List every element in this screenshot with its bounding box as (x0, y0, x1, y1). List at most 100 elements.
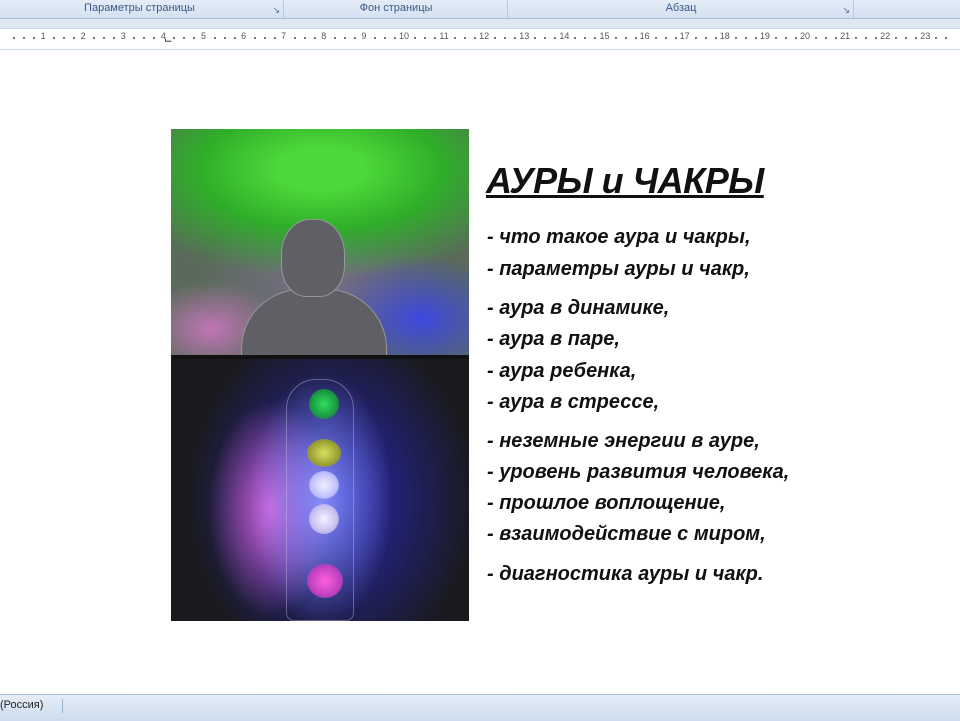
ruler-tick-dot (714, 37, 717, 39)
ruler-tick-label: 9 (361, 31, 367, 41)
aura-portrait-image (171, 129, 469, 355)
ruler-tick-dot (504, 37, 507, 39)
ruler-tick-dot (233, 37, 236, 39)
ruler-tick-dot (23, 37, 26, 39)
ruler-tick-label: 8 (321, 31, 327, 41)
page-background-label: Фон страницы (359, 2, 433, 14)
ruler-tick-dot (544, 37, 547, 39)
list-item: - уровень развития человека, (487, 461, 790, 483)
list-item: - аура в паре, (487, 328, 620, 350)
ruler-tick-label: 14 (559, 31, 570, 41)
ruler-tick-dot (223, 37, 226, 39)
ruler-tick-dot (875, 37, 878, 39)
ruler-tick-dot (674, 37, 677, 39)
ruler-tick-dot (73, 37, 76, 39)
list-item: - аура в динамике, (487, 297, 670, 319)
list-item: - параметры ауры и чакр, (487, 258, 750, 280)
ruler-tick-dot (273, 37, 276, 39)
ruler-tick-dot (53, 37, 56, 39)
ruler-tick-dot (293, 37, 296, 39)
status-bar: (Россия) (0, 694, 960, 721)
ruler-tick-label: 23 (920, 31, 931, 41)
silhouette-head (281, 219, 345, 297)
ruler-tick-dot (143, 37, 146, 39)
ruler-tick-dot (474, 37, 477, 39)
ruler-tick-dot (774, 37, 777, 39)
ruler-tick-dot (434, 37, 437, 39)
ruler-tick-dot (784, 37, 787, 39)
ruler-tick-label: 18 (719, 31, 730, 41)
ruler-tick-dot (835, 37, 838, 39)
ruler-tick-dot (594, 37, 597, 39)
ruler-tick-dot (414, 37, 417, 39)
status-divider (62, 699, 63, 713)
ruler-tick-dot (654, 37, 657, 39)
ruler-tick-dot (213, 37, 216, 39)
ruler-tick-dot (63, 37, 66, 39)
ruler-tick-label: 6 (241, 31, 247, 41)
ruler-tick-label: 2 (80, 31, 86, 41)
ruler-tick-dot (343, 37, 346, 39)
horizontal-ruler[interactable]: ⌙ 12345678910111213141516171819202122232… (0, 28, 960, 50)
ruler-tick-dot (945, 37, 948, 39)
ruler-tick-dot (704, 37, 707, 39)
paragraph-group[interactable]: Абзац ↘ (509, 0, 854, 18)
ruler-tick-label: 15 (599, 31, 610, 41)
ruler-tick-dot (905, 37, 908, 39)
ruler-tick-dot (133, 37, 136, 39)
ruler-tick-dot (103, 37, 106, 39)
dialog-launcher-icon[interactable]: ↘ (272, 2, 280, 18)
ruler-tick-dot (494, 37, 497, 39)
ruler-tick-label: 19 (759, 31, 770, 41)
chakra-crown (309, 389, 339, 419)
ruler-tick-dot (584, 37, 587, 39)
ruler-tick-dot (93, 37, 96, 39)
chakra-throat (307, 439, 341, 467)
ruler-tick-dot (895, 37, 898, 39)
page-setup-group[interactable]: Параметры страницы ↘ (0, 0, 284, 18)
ruler-tick-dot (263, 37, 266, 39)
list-item: - прошлое воплощение, (487, 492, 726, 514)
ruler-tick-dot (454, 37, 457, 39)
dialog-launcher-icon[interactable]: ↘ (842, 2, 850, 18)
ruler-tick-label: 11 (439, 31, 449, 41)
silhouette-shoulders (241, 289, 387, 355)
ruler-tick-dot (825, 37, 828, 39)
ruler-tick-dot (173, 37, 176, 39)
list-item: - взаимодействие с миром, (487, 523, 766, 545)
chakra-body-image (171, 359, 469, 621)
ruler-tick-dot (464, 37, 467, 39)
ruler-tick-dot (333, 37, 336, 39)
ruler-tick-label: 1 (40, 31, 46, 41)
page-background-group[interactable]: Фон страницы (285, 0, 508, 18)
ruler-tick-dot (865, 37, 868, 39)
list-item: - аура в стрессе, (487, 391, 660, 413)
ruler-tick-label: 16 (639, 31, 650, 41)
aura-photo (171, 129, 469, 621)
paragraph-label: Абзац (665, 2, 697, 14)
ruler-tick-dot (153, 37, 156, 39)
language-indicator[interactable]: (Россия) (0, 699, 43, 711)
ribbon-group-labels: Параметры страницы ↘ Фон страницы Абзац … (0, 0, 960, 19)
ruler-tick-dot (373, 37, 376, 39)
list-item: - диагностика ауры и чакр. (487, 563, 764, 585)
ruler-tick-dot (935, 37, 938, 39)
ruler-tick-label: 20 (799, 31, 810, 41)
ruler-tick-label: 17 (679, 31, 690, 41)
page-setup-label: Параметры страницы (84, 2, 195, 14)
ruler-tick-label: 13 (519, 31, 530, 41)
ruler-tick-dot (353, 37, 356, 39)
ruler-tick-dot (734, 37, 737, 39)
ruler-tick-dot (694, 37, 697, 39)
ruler-tick-dot (815, 37, 818, 39)
ruler-tick-dot (113, 37, 116, 39)
list-item: - неземные энергии в ауре, (487, 430, 760, 452)
ruler-tick-dot (303, 37, 306, 39)
ruler-tick-dot (624, 37, 627, 39)
chakra-heart (309, 471, 339, 499)
ruler-tick-dot (794, 37, 797, 39)
list-item: - аура ребенка, (487, 360, 637, 382)
ruler-tick-label: 10 (398, 31, 409, 41)
ruler-tick-dot (13, 37, 16, 39)
ruler-tick-dot (915, 37, 918, 39)
